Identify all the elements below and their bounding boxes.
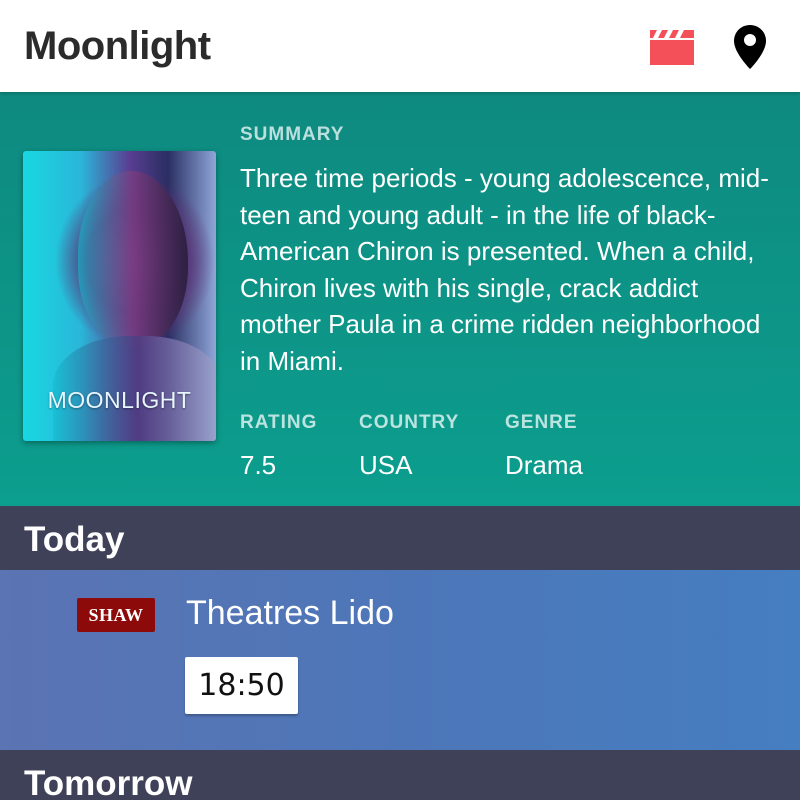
movie-details: MOONLIGHT SUMMARY Three time periods - y… [0,92,800,506]
app-header: Moonlight [0,0,800,92]
genre-value: Drama [505,450,584,480]
today-label: Today [24,520,125,559]
location-pin-icon [734,25,766,69]
today-header: Today [0,506,800,570]
summary-label: SUMMARY [240,124,345,145]
tomorrow-label: Tomorrow [24,764,193,800]
showing-list-item: SHAW Theatres Lido 18:50 [0,570,800,750]
poster-title: MOONLIGHT [47,387,192,413]
location-button[interactable] [724,22,776,72]
movie-poster[interactable]: MOONLIGHT [23,151,216,441]
clapperboard-icon [650,30,694,65]
cinema-brand-badge: SHAW [77,598,155,632]
genre-label: GENRE [505,412,578,433]
rating-label: RATING [240,412,318,433]
country-label: COUNTRY [359,412,460,433]
cinema-name[interactable]: Theatres Lido [186,594,394,633]
tomorrow-header: Tomorrow [0,750,800,800]
country-value: USA [359,450,413,480]
showtime-button[interactable]: 18:50 [185,657,298,714]
summary-text: Three time periods - young adolescence, … [240,163,769,376]
rating-value: 7.5 [240,450,277,480]
clapperboard-button[interactable] [646,22,698,72]
poster-face-art [78,171,188,346]
brand-badge-text: SHAW [88,604,144,625]
page-title: Moonlight [24,24,211,68]
